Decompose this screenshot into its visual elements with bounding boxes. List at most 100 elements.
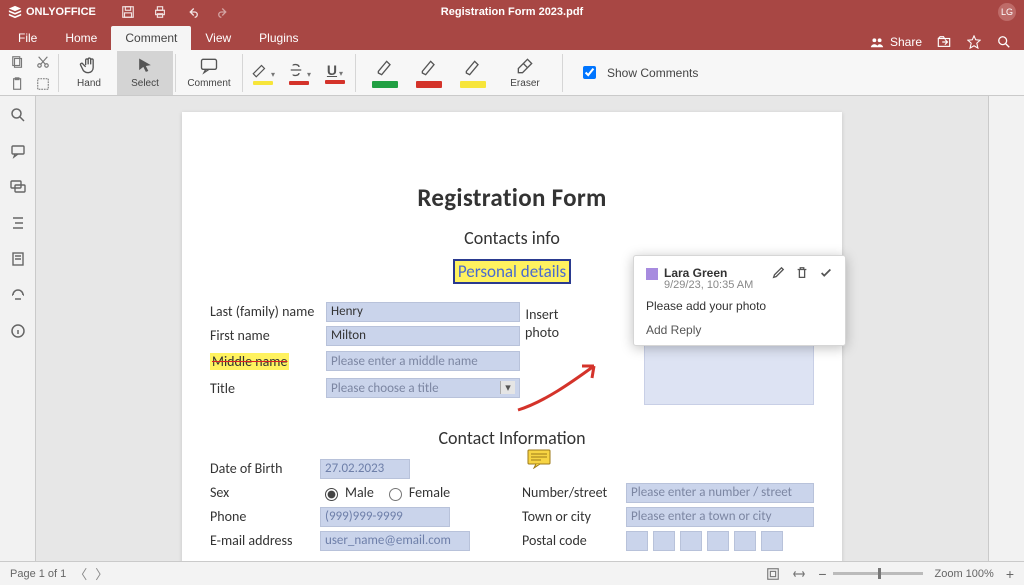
comment-label: Comment bbox=[187, 78, 230, 89]
print-icon[interactable] bbox=[152, 4, 168, 20]
label-email: E-mail address bbox=[210, 532, 320, 549]
fit-width-icon[interactable] bbox=[792, 567, 806, 581]
title-bar: ONLYOFFICE Registration Form 2023.pdf LG bbox=[0, 0, 1024, 24]
find-icon[interactable] bbox=[9, 106, 27, 124]
tab-home[interactable]: Home bbox=[51, 26, 111, 50]
zoom-in-icon[interactable]: + bbox=[1006, 566, 1014, 582]
field-middle-name[interactable]: Please enter a middle name bbox=[326, 351, 520, 371]
field-town[interactable]: Please enter a town or city bbox=[626, 507, 814, 527]
share-label: Share bbox=[890, 35, 922, 49]
comment-popup: Lara Green 9/29/23, 10:35 AM Please add … bbox=[633, 255, 846, 346]
search-icon[interactable] bbox=[996, 34, 1012, 50]
eraser-label: Eraser bbox=[510, 78, 539, 89]
field-dob[interactable]: 27.02.2023 bbox=[320, 459, 410, 479]
app-name: ONLYOFFICE bbox=[26, 6, 96, 18]
tab-plugins[interactable]: Plugins bbox=[245, 26, 312, 50]
marker-red[interactable] bbox=[412, 58, 446, 88]
section-personal-details[interactable]: Personal details bbox=[455, 261, 569, 282]
delete-comment-icon[interactable] bbox=[795, 266, 809, 280]
zoom-slider[interactable]: − bbox=[818, 566, 922, 582]
document-title: Registration Form 2023.pdf bbox=[441, 6, 583, 18]
feedback-icon[interactable] bbox=[9, 286, 27, 304]
share-button[interactable]: Share bbox=[870, 35, 922, 49]
field-phone[interactable]: (999)999-9999 bbox=[320, 507, 450, 527]
field-postal[interactable] bbox=[626, 531, 783, 551]
marker-green[interactable] bbox=[368, 58, 402, 88]
fit-page-icon[interactable] bbox=[766, 567, 780, 581]
radio-male[interactable]: Male bbox=[320, 484, 374, 501]
field-last-name[interactable]: Henry bbox=[326, 302, 520, 322]
label-town: Town or city bbox=[522, 508, 626, 525]
show-comments-toggle[interactable]: Show Comments bbox=[579, 63, 698, 82]
thumbnails-icon[interactable] bbox=[9, 250, 27, 268]
user-avatar[interactable]: LG bbox=[998, 3, 1016, 21]
radio-female[interactable]: Female bbox=[384, 484, 450, 501]
redo-icon[interactable] bbox=[216, 4, 232, 20]
underline-swatch[interactable]: U ▾ bbox=[317, 62, 353, 84]
tab-comment[interactable]: Comment bbox=[111, 26, 191, 50]
resolve-comment-icon[interactable] bbox=[819, 266, 833, 280]
show-comments-checkbox[interactable] bbox=[583, 66, 596, 79]
comment-date: 9/29/23, 10:35 AM bbox=[664, 279, 753, 291]
comment-marker-icon[interactable] bbox=[527, 449, 551, 469]
menu-bar: File Home Comment View Plugins Share bbox=[0, 24, 1024, 50]
app-logo: ONLYOFFICE bbox=[8, 5, 96, 19]
next-page-icon[interactable]: 〉 bbox=[95, 564, 108, 583]
tab-file[interactable]: File bbox=[4, 26, 51, 50]
save-icon[interactable] bbox=[120, 4, 136, 20]
open-location-icon[interactable] bbox=[936, 34, 952, 50]
status-bar: Page 1 of 1 〈 〉 − Zoom 100% + bbox=[0, 561, 1024, 585]
label-phone: Phone bbox=[210, 508, 320, 525]
select-all-icon[interactable] bbox=[35, 75, 50, 93]
comment-author: Lara Green bbox=[664, 266, 753, 280]
section-contact-info: Contact Information bbox=[210, 427, 814, 449]
tab-view[interactable]: View bbox=[191, 26, 245, 50]
favorite-icon[interactable] bbox=[966, 34, 982, 50]
comment-body: Please add your photo bbox=[646, 299, 833, 313]
field-first-name[interactable]: Milton bbox=[326, 326, 520, 346]
field-title[interactable]: Please choose a title bbox=[326, 378, 520, 398]
label-postal: Postal code bbox=[522, 532, 626, 549]
label-title: Title bbox=[210, 380, 326, 397]
page-subtitle: Contacts info bbox=[210, 227, 814, 249]
paste-icon[interactable] bbox=[10, 75, 25, 93]
about-icon[interactable] bbox=[9, 322, 27, 340]
prev-page-icon[interactable]: 〈 bbox=[74, 564, 87, 583]
undo-icon[interactable] bbox=[184, 4, 200, 20]
label-insert-photo: Insertphoto bbox=[512, 306, 572, 342]
show-comments-label: Show Comments bbox=[607, 66, 698, 80]
strikeout-swatch[interactable]: ▾ bbox=[281, 61, 317, 85]
edit-comment-icon[interactable] bbox=[771, 266, 785, 280]
zoom-out-icon[interactable]: − bbox=[818, 566, 826, 582]
field-number-street[interactable]: Please enter a number / street bbox=[626, 483, 814, 503]
comments-panel-icon[interactable] bbox=[9, 142, 27, 160]
ribbon-toolbar: Hand Select Comment ▾ ▾ U ▾ bbox=[0, 50, 1024, 96]
eraser-button[interactable]: Eraser bbox=[500, 56, 550, 89]
label-middle-name: Middle name bbox=[210, 353, 289, 370]
comment-color-swatch bbox=[646, 268, 658, 280]
highlight-markers: Eraser bbox=[358, 56, 560, 89]
label-number-street: Number/street bbox=[522, 484, 626, 501]
field-email[interactable]: user_name@email.com bbox=[320, 531, 470, 551]
page-title: Registration Form bbox=[210, 182, 814, 213]
comment-reply-input[interactable]: Add Reply bbox=[646, 319, 833, 337]
label-dob: Date of Birth bbox=[210, 460, 320, 477]
document-canvas[interactable]: Registration Form Contacts info Personal… bbox=[36, 96, 988, 561]
right-sidebar bbox=[988, 96, 1024, 561]
left-sidebar bbox=[0, 96, 36, 561]
select-tool-button[interactable]: Select bbox=[117, 51, 173, 95]
hand-tool-button[interactable]: Hand bbox=[61, 51, 117, 95]
chat-icon[interactable] bbox=[9, 178, 27, 196]
highlight-swatch-1[interactable]: ▾ bbox=[245, 61, 281, 85]
label-last-name: Last (family) name bbox=[210, 303, 326, 320]
select-label: Select bbox=[131, 78, 159, 89]
cut-icon[interactable] bbox=[35, 53, 50, 71]
headings-icon[interactable] bbox=[9, 214, 27, 232]
label-sex: Sex bbox=[210, 484, 320, 501]
marker-yellow[interactable] bbox=[456, 58, 490, 88]
comment-button[interactable]: Comment bbox=[178, 51, 240, 95]
copy-icon[interactable] bbox=[10, 53, 25, 71]
page-indicator: Page 1 of 1 bbox=[10, 568, 66, 580]
hand-label: Hand bbox=[77, 78, 101, 89]
zoom-label[interactable]: Zoom 100% bbox=[935, 568, 994, 580]
